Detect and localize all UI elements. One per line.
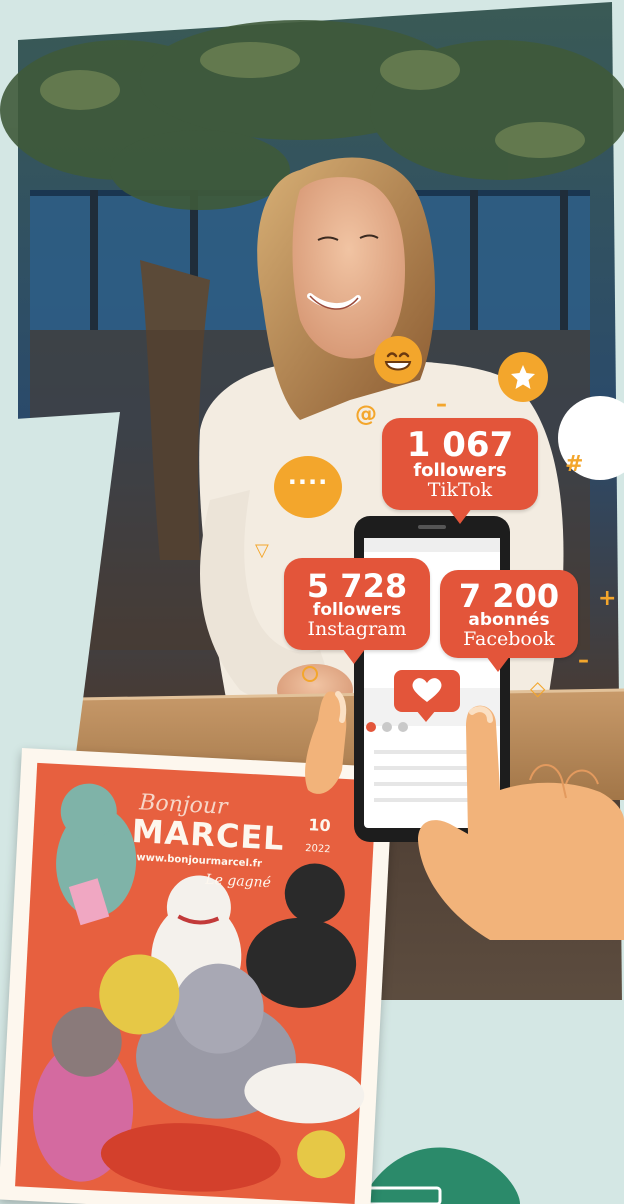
magazine-main-title: MARCEL — [130, 811, 286, 858]
promo-illustration: Bonjour MARCEL www.bonjourmarcel.fr 10 2… — [0, 0, 624, 1204]
hands-illustration — [305, 691, 624, 940]
ring-icon — [302, 666, 318, 682]
phone-speaker — [418, 525, 446, 529]
stat-tiktok-tail — [448, 508, 472, 524]
stat-facebook: 7 200 abonnés Facebook — [440, 570, 578, 658]
stat-instagram-tail — [342, 648, 366, 664]
stat-tiktok: 1 067 followers TikTok — [382, 418, 538, 510]
at-icon: @ — [355, 402, 377, 427]
stat-instagram: 5 728 followers Instagram — [284, 558, 430, 650]
stat-instagram-network: Instagram — [307, 617, 407, 640]
stat-instagram-value: 5 728 — [306, 567, 408, 605]
dash-icon: – — [436, 392, 447, 417]
phone-status-bar — [364, 538, 500, 552]
triangle-icon: ▽ — [255, 540, 269, 561]
stat-facebook-value: 7 200 — [458, 577, 560, 615]
hashtag-icon: # — [565, 452, 584, 477]
smiley-icon — [374, 336, 422, 384]
dash-icon: – — [578, 648, 589, 673]
stat-tiktok-network: TikTok — [427, 478, 493, 501]
chat-bubble-icon: ···· — [274, 456, 342, 518]
magazine-tagline: Le gagné — [204, 871, 272, 892]
chat-dots: ···· — [287, 468, 329, 496]
stat-facebook-tail — [486, 656, 510, 672]
star-icon — [498, 352, 548, 402]
diamond-icon: ◇ — [530, 676, 546, 700]
plus-icon: + — [598, 586, 617, 611]
stat-facebook-network: Facebook — [463, 627, 555, 650]
stat-tiktok-value: 1 067 — [406, 425, 514, 465]
